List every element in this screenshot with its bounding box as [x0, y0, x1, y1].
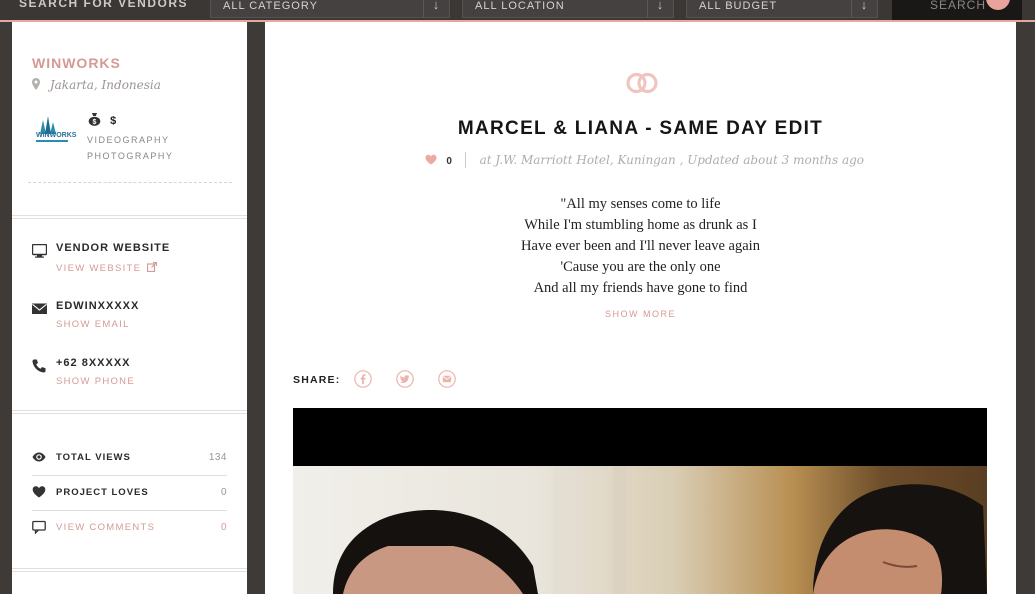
- phone-icon: [32, 359, 46, 373]
- project-video[interactable]: [293, 408, 987, 594]
- total-views-value: 134: [208, 452, 227, 463]
- description-line: While I'm stumbling home as drunk as I: [524, 217, 757, 233]
- eye-icon: [32, 452, 46, 462]
- location-select-value: ALL LOCATION: [475, 0, 565, 12]
- category-select-value: ALL CATEGORY: [223, 0, 318, 12]
- budget-select-value: ALL BUDGET: [699, 0, 778, 12]
- video-frame-image: [293, 466, 987, 594]
- location-pin-icon: [32, 78, 40, 90]
- project-meta: 0 at J.W. Marriott Hotel, Kuningan , Upd…: [425, 152, 864, 168]
- vendor-location-text: Jakarta, Indonesia: [49, 78, 161, 92]
- love-button[interactable]: 0: [425, 153, 455, 167]
- vendor-category: VIDEOGRAPHY: [87, 135, 170, 145]
- vendor-price: $ $: [88, 112, 116, 127]
- vendor-website-title: VENDOR WEBSITE: [56, 242, 171, 254]
- arrow-down-icon: ↓: [423, 0, 449, 17]
- location-select[interactable]: ALL LOCATION ↓: [462, 0, 674, 18]
- search-vendors-label: SEARCH FOR VENDORS: [19, 0, 189, 10]
- money-bag-icon: $: [88, 113, 101, 126]
- external-link-icon: [147, 261, 158, 273]
- project-description: "All my senses come to life While I'm st…: [265, 194, 1016, 299]
- vendor-logo[interactable]: WINWORKS: [28, 110, 78, 160]
- section-divider: [12, 568, 247, 572]
- view-website-label: VIEW WEBSITE: [56, 263, 142, 274]
- project-loves-label: PROJECT LOVES: [56, 487, 149, 498]
- rings-icon: [626, 72, 658, 94]
- description-line: Have ever been and I'll never leave agai…: [521, 238, 760, 254]
- arrow-down-icon: ↓: [851, 0, 877, 17]
- search-button-label: SEARCH: [930, 0, 987, 12]
- share-label: SHARE:: [293, 374, 341, 386]
- divider: [28, 182, 232, 183]
- show-phone-link[interactable]: SHOW PHONE: [56, 376, 135, 387]
- vendor-phone-title: +62 8XXXXX: [56, 357, 131, 369]
- love-count: 0: [446, 156, 452, 167]
- project-location-updated: at J.W. Marriott Hotel, Kuningan , Updat…: [479, 153, 865, 167]
- vendor-search-bar: SEARCH FOR VENDORS ALL CATEGORY ↓ ALL LO…: [0, 0, 1035, 22]
- description-line: 'Cause you are the only one: [560, 259, 721, 275]
- vendor-name[interactable]: WINWORKS: [32, 55, 121, 71]
- vendor-category: PHOTOGRAPHY: [87, 151, 174, 161]
- show-more-label: SHOW MORE: [605, 309, 676, 319]
- view-comments-value: 0: [220, 522, 227, 533]
- vendor-price-value: $: [110, 115, 117, 127]
- svg-text:$: $: [93, 119, 97, 126]
- logo-underline: [36, 140, 68, 142]
- project-detail-panel: MARCEL & LIANA - SAME DAY EDIT 0 at J.W.…: [265, 22, 1016, 594]
- envelope-icon: [32, 303, 47, 314]
- project-loves-value: 0: [220, 487, 227, 498]
- description-line: And all my friends have gone to find: [533, 280, 748, 296]
- view-comments-label[interactable]: VIEW COMMENTS: [56, 522, 155, 533]
- view-website-link[interactable]: VIEW WEBSITE: [56, 261, 158, 274]
- section-divider: [12, 215, 247, 219]
- search-button[interactable]: SEARCH: [892, 0, 1022, 20]
- project-loves-row: PROJECT LOVES 0: [32, 477, 227, 511]
- budget-select[interactable]: ALL BUDGET ↓: [686, 0, 878, 18]
- vendor-logo-text: WINWORKS: [36, 132, 77, 139]
- monitor-icon: [32, 244, 47, 258]
- vendor-location: Jakarta, Indonesia: [32, 78, 161, 92]
- vendor-email-title: EDWINXXXXX: [56, 300, 140, 312]
- facebook-icon[interactable]: [354, 370, 372, 388]
- arrow-down-icon: ↓: [647, 0, 673, 17]
- email-share-icon[interactable]: [438, 370, 456, 388]
- comment-icon: [32, 520, 46, 534]
- vendor-sidebar: WINWORKS Jakarta, Indonesia WINWORKS $ $…: [12, 22, 247, 594]
- description-line: "All my senses come to life: [560, 196, 721, 212]
- total-views-row: TOTAL VIEWS 134: [32, 442, 227, 476]
- category-select[interactable]: ALL CATEGORY ↓: [210, 0, 450, 18]
- meta-divider: [465, 152, 467, 168]
- twitter-icon[interactable]: [396, 370, 414, 388]
- view-comments-row[interactable]: VIEW COMMENTS 0: [32, 512, 227, 546]
- total-views-label: TOTAL VIEWS: [56, 452, 131, 463]
- heart-icon: [32, 486, 46, 498]
- heart-icon: [425, 154, 437, 165]
- section-divider: [12, 410, 247, 414]
- show-more-link[interactable]: SHOW MORE: [265, 309, 1016, 319]
- search-accent-circle: [986, 0, 1010, 10]
- project-title: MARCEL & LIANA - SAME DAY EDIT: [457, 118, 824, 139]
- show-email-link[interactable]: SHOW EMAIL: [56, 319, 130, 330]
